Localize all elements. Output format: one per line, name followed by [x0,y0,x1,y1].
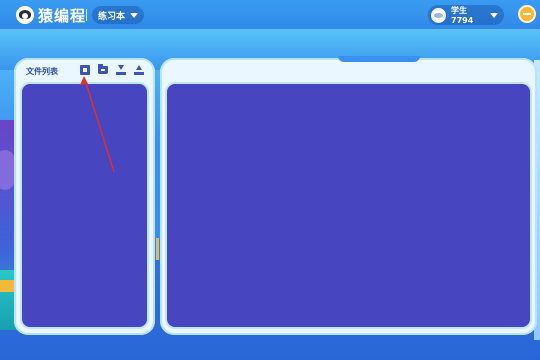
file-toolbar [80,64,144,75]
file-list[interactable] [20,82,149,329]
file-panel: 文件列表 [14,58,155,335]
editor-panel [160,56,537,335]
avatar [431,7,446,23]
divider [86,9,87,21]
user-name: 学生7794 [451,6,474,25]
panel-title: 文件列表 [26,67,58,76]
notebook-dropdown[interactable]: 练习本 [92,6,145,24]
upload-icon[interactable] [116,65,126,75]
editor-notch [338,56,420,62]
logo-text: 猿编程 [38,6,87,25]
notebook-label: 练习本 [98,11,126,22]
mascot-icon [16,6,34,24]
new-folder-icon[interactable] [98,64,108,74]
user-menu[interactable]: 学生7794 [428,5,504,25]
background-decoration [0,280,14,292]
minimize-button[interactable] [518,5,536,23]
top-bar: 猿编程 练习本 学生7794 [0,0,540,30]
code-editor-area[interactable] [165,82,532,329]
chevron-down-icon [130,12,139,18]
chevron-down-icon [490,12,498,18]
new-file-icon[interactable] [80,65,90,75]
export-icon[interactable] [134,65,144,75]
app-logo[interactable]: 猿编程 [16,5,86,25]
